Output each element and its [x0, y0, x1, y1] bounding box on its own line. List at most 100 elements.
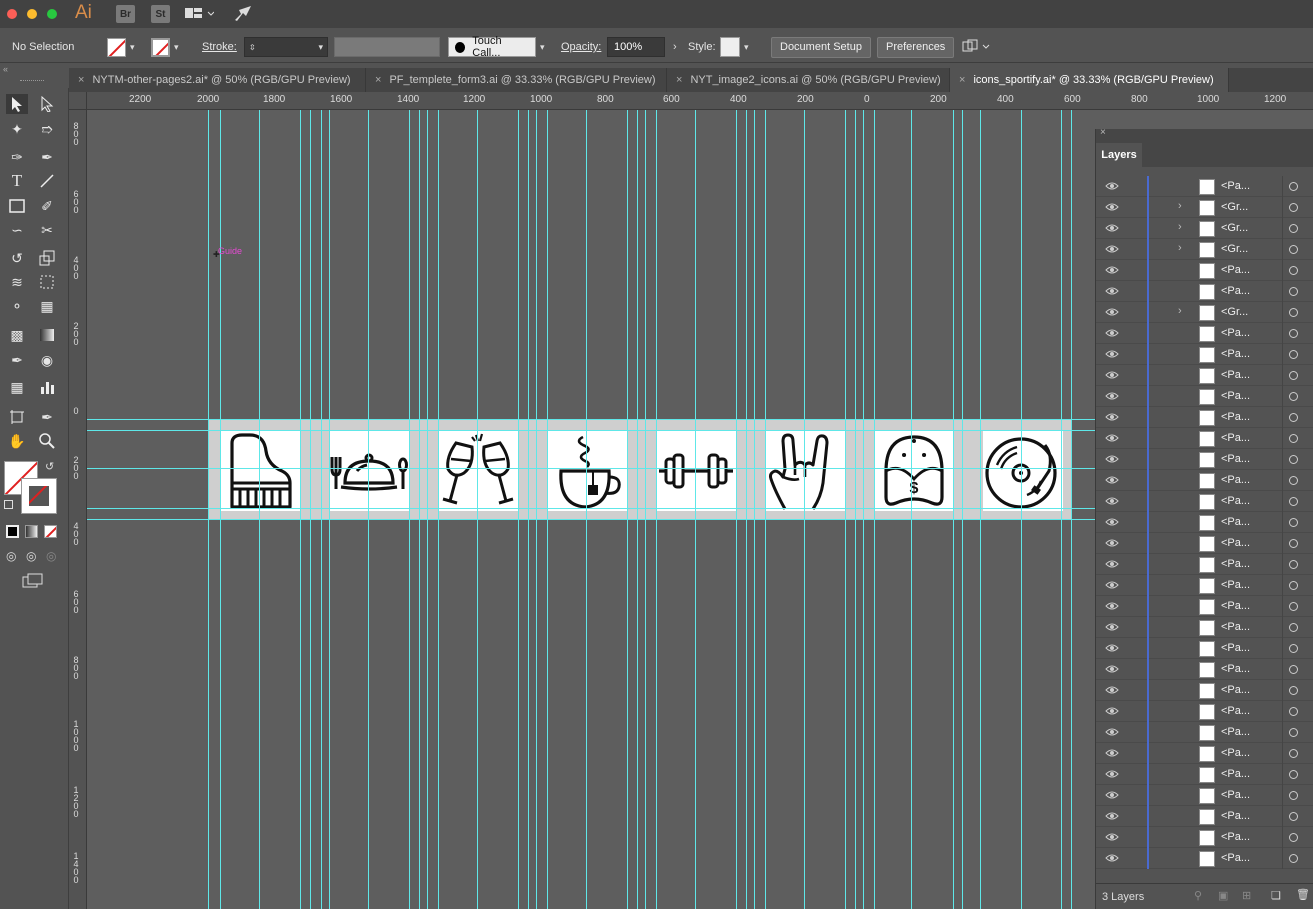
layer-row[interactable]: <Pa...	[1096, 512, 1313, 533]
pen-tool-icon[interactable]: ✑	[6, 147, 28, 167]
vertical-guide[interactable]	[208, 110, 209, 909]
default-fill-stroke-icon[interactable]	[4, 500, 13, 509]
vertical-guide[interactable]	[980, 110, 981, 909]
draw-behind-icon[interactable]: ◎	[26, 549, 36, 563]
type-tool-icon[interactable]: T	[6, 171, 28, 191]
layer-name[interactable]: <Pa...	[1221, 369, 1250, 381]
visibility-eye-icon[interactable]	[1105, 852, 1119, 864]
target-circle-icon[interactable]	[1289, 329, 1298, 338]
target-circle-icon[interactable]	[1289, 434, 1298, 443]
vertical-guide[interactable]	[874, 110, 875, 909]
target-circle-icon[interactable]	[1289, 203, 1298, 212]
artboard-tool-icon[interactable]	[6, 407, 28, 427]
target-circle-icon[interactable]	[1289, 581, 1298, 590]
bridge-button[interactable]: Br	[116, 5, 135, 23]
visibility-eye-icon[interactable]	[1105, 306, 1119, 318]
target-circle-icon[interactable]	[1289, 749, 1298, 758]
vertical-guide[interactable]	[627, 110, 628, 909]
target-circle-icon[interactable]	[1289, 371, 1298, 380]
layer-row[interactable]: <Pa...	[1096, 806, 1313, 827]
draw-inside-icon[interactable]: ◎	[46, 549, 56, 563]
paintbrush-tool-icon[interactable]: ✐	[36, 196, 58, 216]
visibility-eye-icon[interactable]	[1105, 768, 1119, 780]
layer-row[interactable]: <Pa...	[1096, 470, 1313, 491]
vertical-guide[interactable]	[953, 110, 954, 909]
vertical-guide[interactable]	[863, 110, 864, 909]
layer-row[interactable]: › <Gr...	[1096, 218, 1313, 239]
vertical-guide[interactable]	[368, 110, 369, 909]
artboard-dining[interactable]	[329, 431, 409, 511]
layer-row[interactable]: <Pa...	[1096, 764, 1313, 785]
target-circle-icon[interactable]	[1289, 728, 1298, 737]
target-circle-icon[interactable]	[1289, 539, 1298, 548]
layer-row[interactable]: <Pa...	[1096, 722, 1313, 743]
vertical-guide[interactable]	[1071, 110, 1072, 909]
graphic-style-dropdown[interactable]: ▾	[720, 31, 749, 63]
target-circle-icon[interactable]	[1289, 770, 1298, 779]
visibility-eye-icon[interactable]	[1105, 222, 1119, 234]
vertical-guide[interactable]	[409, 110, 410, 909]
stroke-weight-stepper[interactable]: ⇳ ▾	[244, 31, 328, 63]
target-circle-icon[interactable]	[1289, 392, 1298, 401]
document-setup-button[interactable]: Document Setup	[771, 31, 871, 63]
tab-nytm-other-pages2[interactable]: × NYTM-other-pages2.ai* @ 50% (RGB/GPU Pr…	[69, 68, 366, 92]
make-clipping-mask-icon[interactable]: ▣	[1218, 889, 1228, 902]
visibility-eye-icon[interactable]	[1105, 558, 1119, 570]
layer-row[interactable]: › <Gr...	[1096, 197, 1313, 218]
gradient-tool-icon[interactable]	[36, 325, 58, 345]
visibility-eye-icon[interactable]	[1105, 810, 1119, 822]
layer-name[interactable]: <Pa...	[1221, 264, 1250, 276]
layer-name[interactable]: <Pa...	[1221, 285, 1250, 297]
layer-name[interactable]: <Pa...	[1221, 348, 1250, 360]
layer-row[interactable]: <Pa...	[1096, 281, 1313, 302]
layer-row[interactable]: <Pa...	[1096, 617, 1313, 638]
vertical-guide[interactable]	[536, 110, 537, 909]
artboard-cap[interactable]: $	[874, 431, 954, 511]
visibility-eye-icon[interactable]	[1105, 327, 1119, 339]
variable-width-profile[interactable]	[334, 31, 440, 63]
vertical-guide[interactable]	[845, 110, 846, 909]
layer-name[interactable]: <Pa...	[1221, 621, 1250, 633]
layer-row[interactable]: <Pa...	[1096, 659, 1313, 680]
delete-layer-icon[interactable]: 🗑	[1296, 888, 1310, 901]
close-tab-icon[interactable]: ×	[78, 74, 84, 86]
toolbar-grip[interactable]	[20, 80, 44, 83]
visibility-eye-icon[interactable]	[1105, 537, 1119, 549]
fill-swatch[interactable]: ▾	[107, 31, 135, 63]
layer-row[interactable]: <Pa...	[1096, 848, 1313, 869]
opacity-arrow-icon[interactable]: ›	[673, 41, 677, 53]
arrange-panel-icon[interactable]	[961, 31, 991, 63]
vertical-guide[interactable]	[736, 110, 737, 909]
magic-wand-tool-icon[interactable]: ✦	[6, 119, 28, 139]
visibility-eye-icon[interactable]	[1105, 705, 1119, 717]
layer-name[interactable]: <Gr...	[1221, 306, 1248, 318]
target-circle-icon[interactable]	[1289, 665, 1298, 674]
vertical-guide[interactable]	[962, 110, 963, 909]
scissors-tool-icon[interactable]: ✂	[36, 220, 58, 240]
layer-name[interactable]: <Pa...	[1221, 411, 1250, 423]
visibility-eye-icon[interactable]	[1105, 600, 1119, 612]
layer-name[interactable]: <Pa...	[1221, 768, 1250, 780]
visibility-eye-icon[interactable]	[1105, 180, 1119, 192]
layers-panel-header[interactable]: ×	[1096, 127, 1313, 141]
free-transform-tool-icon[interactable]	[36, 272, 58, 292]
vertical-guide[interactable]	[259, 110, 260, 909]
rotate-tool-icon[interactable]: ↺	[6, 248, 28, 268]
expand-chevron-icon[interactable]: ›	[1178, 305, 1182, 317]
visibility-eye-icon[interactable]	[1105, 579, 1119, 591]
layer-name[interactable]: <Pa...	[1221, 495, 1250, 507]
vertical-guide[interactable]	[310, 110, 311, 909]
hand-tool-icon[interactable]: ✋	[6, 431, 28, 451]
collapse-toolbar-icon[interactable]: «	[3, 64, 8, 74]
layer-name[interactable]: <Pa...	[1221, 579, 1250, 591]
preferences-button[interactable]: Preferences	[877, 31, 955, 63]
visibility-eye-icon[interactable]	[1105, 663, 1119, 675]
vertical-guide[interactable]	[438, 110, 439, 909]
layer-row[interactable]: <Pa...	[1096, 533, 1313, 554]
vertical-guide[interactable]	[637, 110, 638, 909]
target-circle-icon[interactable]	[1289, 707, 1298, 716]
mesh-tool-icon[interactable]: ▩	[6, 325, 28, 345]
horizontal-guide[interactable]	[87, 508, 1095, 509]
horizontal-ruler[interactable]: 2200 2000 1800 1600 1400 1200 1000 800 6…	[87, 92, 1313, 110]
layer-row[interactable]: <Pa...	[1096, 743, 1313, 764]
